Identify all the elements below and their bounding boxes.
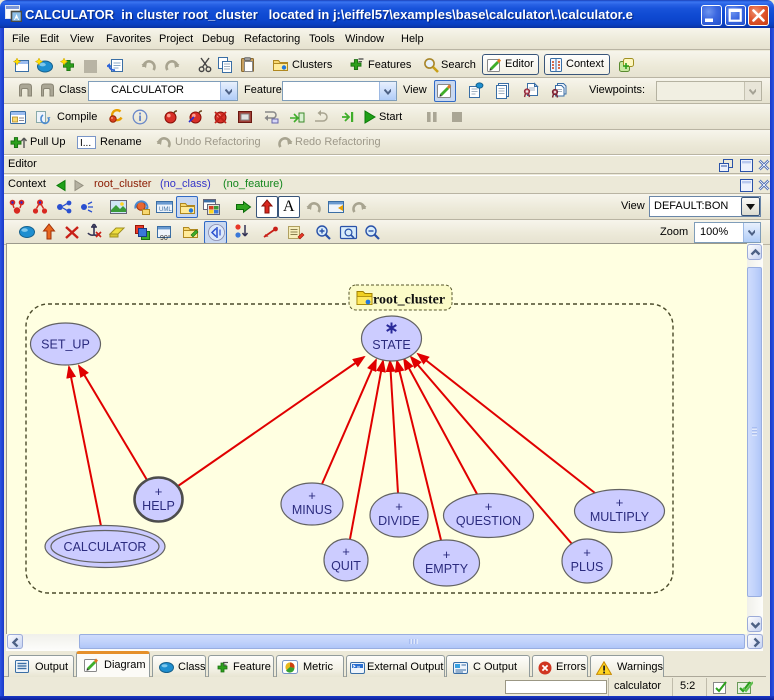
svg-text:+: + (155, 484, 163, 499)
svg-text:MULTIPLY: MULTIPLY (590, 510, 650, 524)
svg-text:+: + (308, 488, 316, 503)
svg-text:HELP: HELP (142, 499, 175, 513)
svg-text:QUESTION: QUESTION (456, 514, 521, 528)
svg-text:PLUS: PLUS (571, 560, 604, 574)
svg-text:root_cluster: root_cluster (373, 293, 445, 308)
svg-text:I...: I... (80, 138, 91, 149)
svg-text:QUIT: QUIT (331, 559, 361, 573)
svg-text:+: + (583, 545, 591, 560)
svg-text:+: + (485, 499, 493, 514)
svg-text:+: + (395, 499, 403, 514)
svg-text:STATE: STATE (372, 338, 410, 352)
svg-text:+: + (616, 495, 624, 510)
svg-text:+: + (443, 547, 451, 562)
svg-text:DIVIDE: DIVIDE (378, 514, 420, 528)
svg-text:EMPTY: EMPTY (425, 562, 469, 576)
svg-text:+: + (342, 544, 350, 559)
svg-text:90°: 90° (160, 234, 171, 241)
svg-text:CALCULATOR: CALCULATOR (64, 540, 147, 554)
svg-text:MINUS: MINUS (292, 503, 332, 517)
svg-text:SET_UP: SET_UP (41, 338, 90, 352)
svg-text:UML: UML (159, 207, 172, 213)
